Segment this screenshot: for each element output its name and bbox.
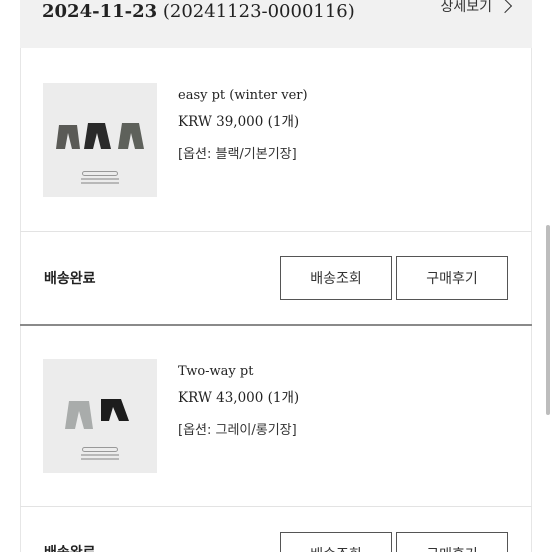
order-number: (20241123-0000116)	[162, 1, 355, 22]
order-date-line: 2024-11-23 (20241123-0000116)	[42, 0, 355, 24]
product-tag-graphic	[77, 171, 123, 189]
product-option: [옵션: 그레이/롱기장]	[178, 423, 297, 438]
track-delivery-button[interactable]: 배송조회	[280, 532, 392, 552]
write-review-button[interactable]: 구매후기	[396, 532, 508, 552]
product-tag-graphic	[77, 447, 123, 465]
product-price: KRW 39,000 (1개)	[178, 114, 300, 130]
delivery-status: 배송완료	[44, 271, 96, 287]
divider	[20, 231, 532, 232]
order-detail-link[interactable]: 상세보기	[440, 0, 513, 16]
delivery-status: 배송완료	[44, 542, 96, 552]
order-divider	[20, 324, 532, 326]
order-header: 2024-11-23 (20241123-0000116) 상세보기	[20, 0, 532, 48]
list-frame-left	[20, 0, 21, 552]
product-option: [옵션: 블랙/기본기장]	[178, 147, 297, 162]
list-frame-right	[531, 0, 532, 552]
scrollbar-thumb[interactable]	[546, 225, 550, 415]
write-review-button[interactable]: 구매후기	[396, 256, 508, 300]
product-price: KRW 43,000 (1개)	[178, 390, 300, 406]
product-name[interactable]: easy pt (winter ver)	[178, 88, 308, 103]
chevron-right-icon	[497, 0, 513, 14]
order-detail-label: 상세보기	[440, 0, 492, 15]
product-thumbnail[interactable]	[43, 359, 157, 473]
product-name[interactable]: Two-way pt	[178, 364, 253, 379]
product-thumbnail[interactable]	[43, 83, 157, 197]
divider	[20, 506, 532, 507]
order-date: 2024-11-23	[42, 1, 158, 22]
track-delivery-button[interactable]: 배송조회	[280, 256, 392, 300]
